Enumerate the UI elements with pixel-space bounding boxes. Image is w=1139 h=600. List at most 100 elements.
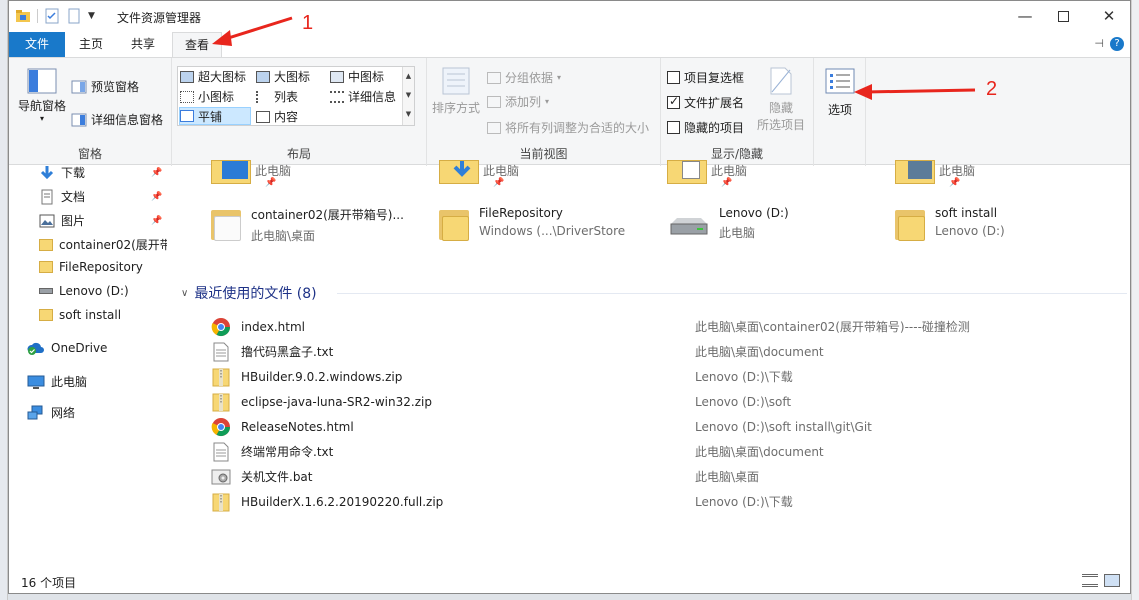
close-button[interactable]: ✕ xyxy=(1086,1,1130,31)
pin-icon[interactable]: 📌 xyxy=(949,178,960,188)
nav-item-filerepository[interactable]: FileRepository xyxy=(39,260,143,274)
tab-view[interactable]: 查看 xyxy=(172,32,222,58)
add-column-button[interactable]: 添加列 ▾ xyxy=(487,93,549,110)
details-pane-button[interactable]: 详细信息窗格 xyxy=(71,111,163,128)
sort-icon xyxy=(442,67,470,95)
pin-icon[interactable]: 📌 xyxy=(151,192,162,202)
group-by-button[interactable]: 分组依据 ▾ xyxy=(487,69,561,86)
tile-lenovo-d[interactable]: Lenovo (D:) 此电脑 xyxy=(667,206,789,242)
maximize-button[interactable] xyxy=(1040,1,1086,31)
file-path: 此电脑\桌面 xyxy=(695,470,760,484)
sort-by-button[interactable]: 排序方式 xyxy=(429,66,483,116)
nav-item-this-pc[interactable]: 此电脑 xyxy=(27,373,87,390)
layout-tiles[interactable]: 平铺 xyxy=(179,107,251,125)
recent-file-row[interactable]: 关机文件.bat 此电脑\桌面 xyxy=(211,464,1071,489)
layout-small-icons[interactable]: 小图标 xyxy=(180,88,234,105)
hidden-items-toggle[interactable]: 隐藏的项目 xyxy=(667,119,744,136)
layout-list[interactable]: 列表 xyxy=(256,88,298,105)
recent-file-row[interactable]: 撸代码黑盒子.txt 此电脑\桌面\document xyxy=(211,339,1071,364)
item-checkboxes-toggle[interactable]: 项目复选框 xyxy=(667,69,744,86)
scroll-down-icon[interactable]: ▼ xyxy=(403,86,414,105)
recent-file-row[interactable]: eclipse-java-luna-SR2-win32.zip Lenovo (D… xyxy=(211,389,1071,414)
pin-icon[interactable]: 📌 xyxy=(493,178,504,188)
layout-extra-large-icons[interactable]: 超大图标 xyxy=(180,68,246,85)
pin-icon[interactable]: 📌 xyxy=(265,178,276,188)
item-count: 16 个项目 xyxy=(21,576,77,590)
tile-container02[interactable]: container02(展开带箱号)... 此电脑\桌面 xyxy=(211,206,404,244)
large-icons-view-icon[interactable] xyxy=(1104,574,1120,587)
nav-item-documents[interactable]: 文档 xyxy=(39,188,85,205)
explorer-folder-icon[interactable] xyxy=(15,8,31,24)
details-view-icon[interactable] xyxy=(1082,574,1098,587)
scroll-up-icon[interactable]: ▲ xyxy=(403,67,414,86)
top-row-tile[interactable] xyxy=(211,160,251,184)
nav-item-onedrive[interactable]: OneDrive xyxy=(27,341,107,355)
nav-item-pictures[interactable]: 图片 xyxy=(39,212,85,229)
pin-icon[interactable]: 📌 xyxy=(151,168,162,178)
tile-filerepository[interactable]: FileRepository Windows (...\DriverStore xyxy=(439,206,625,242)
hide-selected-icon xyxy=(770,67,792,95)
help-icon[interactable]: ? xyxy=(1110,37,1124,51)
pin-icon[interactable]: 📌 xyxy=(721,178,732,188)
tab-file[interactable]: 文件 xyxy=(9,32,65,57)
file-path: 此电脑\桌面\document xyxy=(695,345,824,359)
nav-item-container02[interactable]: container02(展开带 xyxy=(39,236,172,253)
nav-pane-icon xyxy=(27,68,57,94)
file-extensions-toggle[interactable]: 文件扩展名 xyxy=(667,94,744,111)
hide-selected-label-2: 所选项目 xyxy=(756,118,805,132)
computer-icon xyxy=(27,375,45,389)
layout-details[interactable]: 详细信息 xyxy=(330,88,396,105)
pin-ribbon-icon[interactable]: ⊣ xyxy=(1094,37,1104,51)
hide-selected-button[interactable]: 隐藏 所选项目 xyxy=(753,66,809,133)
top-row-tile[interactable] xyxy=(439,160,479,184)
nav-item-soft-install[interactable]: soft install xyxy=(39,308,121,322)
layout-large-icons[interactable]: 大图标 xyxy=(256,68,310,85)
file-name: index.html xyxy=(241,319,305,334)
tile-soft-install[interactable]: soft install Lenovo (D:) xyxy=(895,206,1005,242)
download-arrow-icon xyxy=(40,165,54,179)
tab-share[interactable]: 共享 xyxy=(121,32,165,57)
nav-item-network[interactable]: 网络 xyxy=(27,404,75,421)
group-by-icon xyxy=(487,71,501,84)
nav-item-label: 网络 xyxy=(51,406,76,420)
item-checkboxes-checkbox[interactable] xyxy=(667,71,680,84)
options-icon xyxy=(825,68,855,94)
fit-columns-button[interactable]: 将所有列调整为合适的大小 xyxy=(487,119,649,136)
hidden-items-checkbox[interactable] xyxy=(667,121,680,134)
top-row-tile[interactable] xyxy=(667,160,707,184)
pin-icon[interactable]: 📌 xyxy=(151,216,162,226)
layout-label: 内容 xyxy=(274,110,299,124)
customize-toolbar-chevron-icon[interactable]: ▼ xyxy=(88,11,95,21)
item-checkboxes-label: 项目复选框 xyxy=(684,71,745,85)
nav-item-downloads[interactable]: 下载 xyxy=(39,164,85,181)
layout-medium-icons[interactable]: 中图标 xyxy=(330,68,384,85)
recent-file-row[interactable]: index.html 此电脑\桌面\container02(展开带箱号)----碰… xyxy=(211,314,1071,339)
hide-selected-label: 隐藏 xyxy=(768,101,793,115)
recent-file-row[interactable]: ReleaseNotes.html Lenovo (D:)\soft instal… xyxy=(211,414,1071,439)
nav-pane-button[interactable]: 导航窗格 ▾ xyxy=(13,68,71,123)
nav-item-label: soft install xyxy=(59,308,122,322)
properties-icon[interactable] xyxy=(44,8,60,24)
new-folder-icon[interactable] xyxy=(66,8,82,24)
file-extensions-checkbox[interactable] xyxy=(667,94,680,109)
layout-gallery-scroll[interactable]: ▲ ▼ ▼ xyxy=(402,67,414,125)
options-button[interactable]: 选项 xyxy=(818,68,862,118)
recent-file-row[interactable]: HBuilderX.1.6.2.20190220.full.zip Lenovo … xyxy=(211,489,1071,514)
top-row-tile[interactable] xyxy=(895,160,935,184)
preview-pane-button[interactable]: 预览窗格 xyxy=(71,78,139,95)
recent-file-row[interactable]: HBuilder.9.0.2.windows.zip Lenovo (D:)\下载 xyxy=(211,364,1071,389)
recent-files-header[interactable]: ∨ 最近使用的文件 (8) xyxy=(181,283,317,303)
tile-subtitle: Windows (...\DriverStore xyxy=(479,224,626,238)
nav-item-lenovo-d[interactable]: Lenovo (D:) xyxy=(39,284,129,298)
details-icon xyxy=(330,90,344,103)
recent-file-row[interactable]: 终端常用命令.txt 此电脑\桌面\document xyxy=(211,439,1071,464)
layout-content[interactable]: 内容 xyxy=(256,108,298,125)
expand-gallery-icon[interactable]: ▼ xyxy=(403,105,414,124)
file-path: 此电脑\桌面\document xyxy=(695,445,824,459)
group-label-panes: 窗格 xyxy=(77,147,102,161)
background-window-edge-right xyxy=(1131,0,1139,600)
file-path: 此电脑\桌面\container02(展开带箱号)----碰撞检测 xyxy=(695,320,970,334)
tab-home[interactable]: 主页 xyxy=(69,32,113,57)
folder-icon xyxy=(39,238,53,251)
ribbon-controls: ⊣ ? xyxy=(1094,37,1124,51)
